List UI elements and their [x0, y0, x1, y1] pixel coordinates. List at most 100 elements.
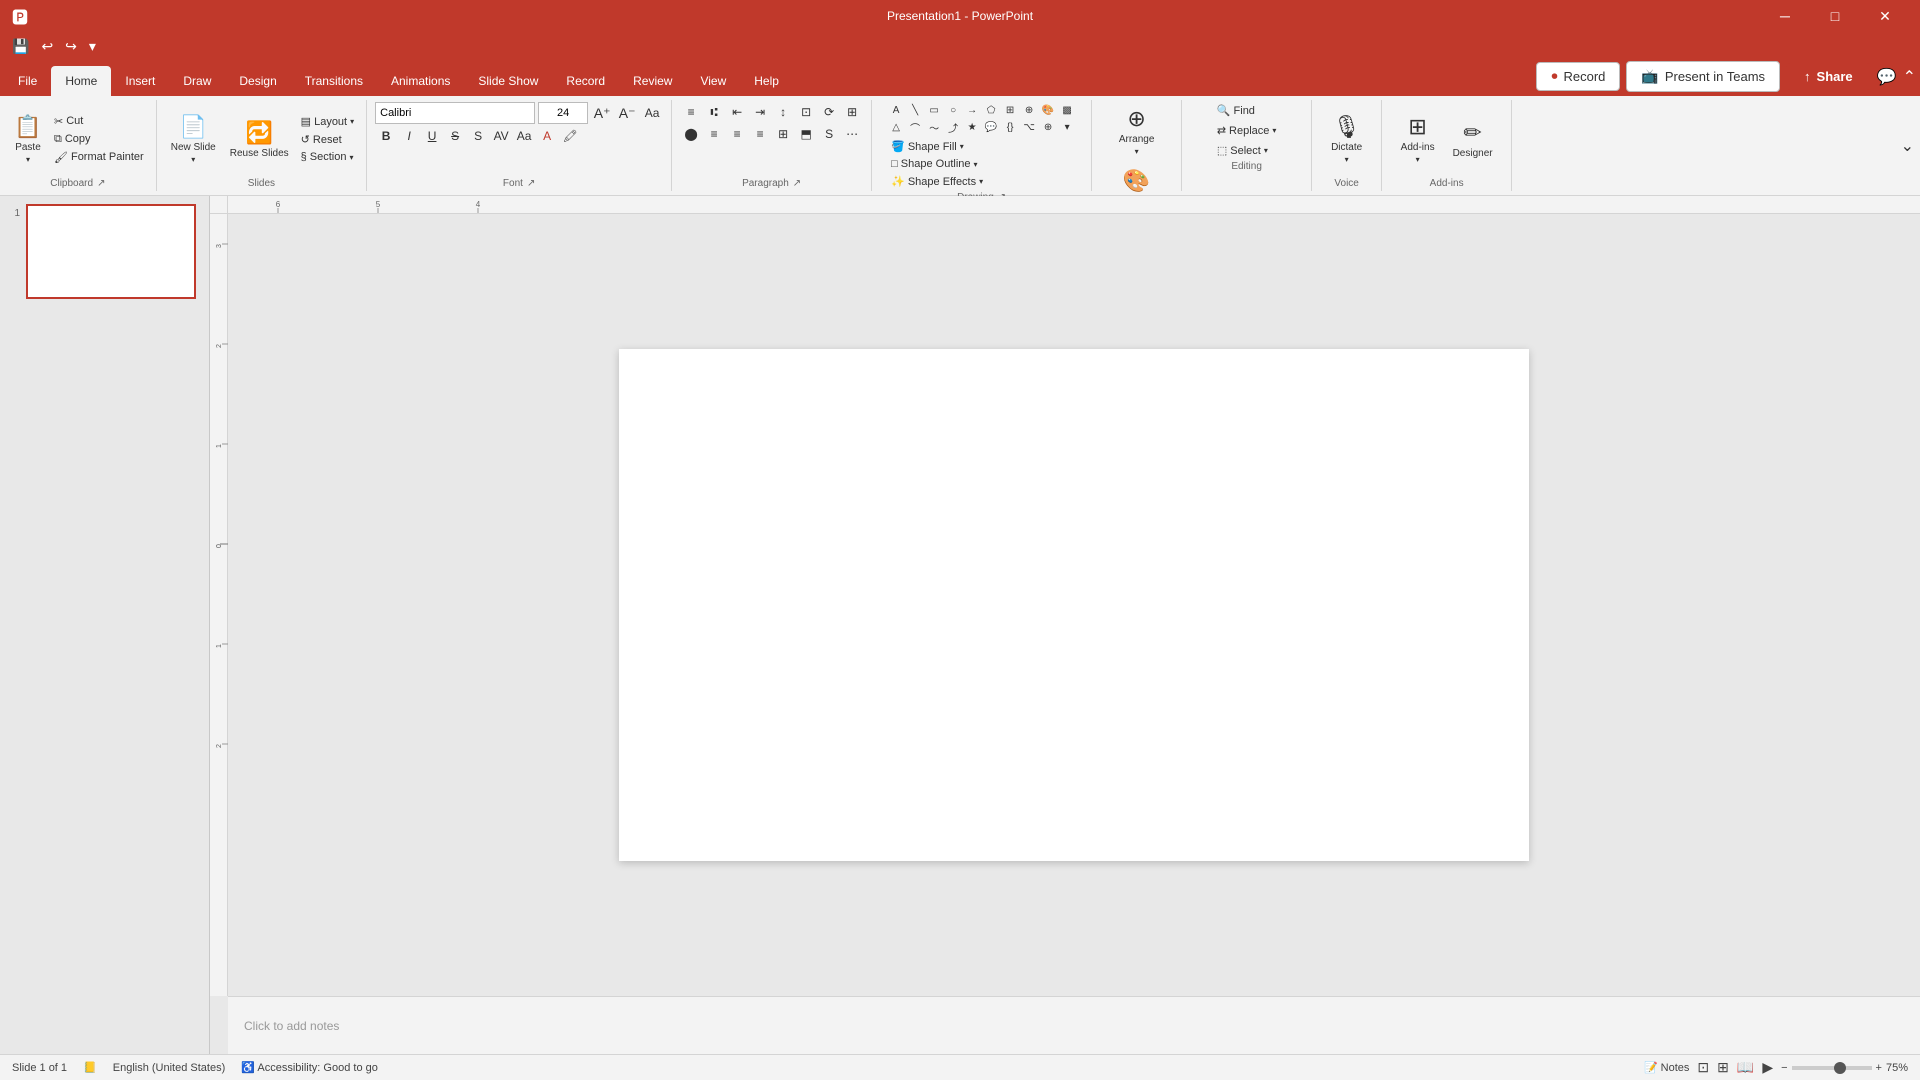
shape-connector-btn[interactable]: ⤴	[944, 119, 962, 135]
minimize-button[interactable]: ─	[1762, 0, 1808, 32]
tab-insert[interactable]: Insert	[111, 66, 169, 96]
slideshow-button[interactable]: ▶	[1762, 1059, 1773, 1076]
change-case-button[interactable]: Aa	[513, 126, 535, 146]
tab-animations[interactable]: Animations	[377, 66, 464, 96]
numbering-button[interactable]: ⑆	[703, 102, 725, 122]
font-expand-icon[interactable]: ↗	[527, 178, 535, 189]
shape-arc-btn[interactable]: ⌒	[906, 119, 924, 135]
justify-button[interactable]: ≡	[749, 124, 771, 144]
slide-notes-toggle-icon[interactable]: 📒	[83, 1061, 97, 1074]
shape-circle-btn[interactable]: ○	[944, 102, 962, 118]
close-button[interactable]: ✕	[1862, 0, 1908, 32]
maximize-button[interactable]: □	[1812, 0, 1858, 32]
shadow-text-button[interactable]: S	[818, 124, 840, 144]
strikethrough-button[interactable]: S	[444, 126, 466, 146]
section-button[interactable]: § Section ▾	[297, 149, 358, 165]
zoom-slider[interactable]	[1792, 1066, 1872, 1070]
decrease-font-button[interactable]: A⁻	[616, 103, 638, 123]
reading-view-button[interactable]: 📖	[1737, 1059, 1754, 1076]
tab-transitions[interactable]: Transitions	[291, 66, 377, 96]
paragraph-expand-icon[interactable]: ↗	[793, 178, 801, 189]
dictate-button[interactable]: 🎙 Dictate ▾	[1325, 110, 1368, 168]
replace-button[interactable]: ⇄ Replace ▾	[1213, 122, 1281, 139]
shape-eq-btn[interactable]: {}	[1001, 119, 1019, 135]
shadow-button[interactable]: S	[467, 126, 489, 146]
tab-view[interactable]: View	[686, 66, 740, 96]
shape-rect-btn[interactable]: ▭	[925, 102, 943, 118]
highlight-button[interactable]: 🖍	[559, 126, 581, 146]
comments-icon[interactable]: 💬	[1877, 67, 1897, 87]
shape-star-btn[interactable]: ★	[963, 119, 981, 135]
clear-format-button[interactable]: Aa	[641, 103, 663, 123]
increase-font-button[interactable]: A⁺	[591, 103, 613, 123]
italic-button[interactable]: I	[398, 126, 420, 146]
align-center-button[interactable]: ≡	[703, 124, 725, 144]
shape-callout-btn[interactable]: 💬	[982, 119, 1000, 135]
slide-sorter-button[interactable]: ⊞	[1717, 1059, 1729, 1076]
tab-draw[interactable]: Draw	[169, 66, 225, 96]
tab-file[interactable]: File	[4, 66, 51, 96]
notes-button[interactable]: 📝 Notes	[1644, 1061, 1689, 1074]
designer-button[interactable]: ✏ Designer	[1447, 116, 1499, 163]
tab-record[interactable]: Record	[552, 66, 619, 96]
shape-extra-btn[interactable]: ⊕	[1039, 119, 1057, 135]
addins-button[interactable]: ⊞ Add-ins ▾	[1395, 110, 1441, 168]
underline-button[interactable]: U	[421, 126, 443, 146]
shape-brace-btn[interactable]: ⌥	[1020, 119, 1038, 135]
column-button[interactable]: ⊡	[795, 102, 817, 122]
ribbon-expand-btn[interactable]: ⌄	[1901, 100, 1920, 191]
quick-styles-btn[interactable]: 🎨	[1039, 102, 1057, 118]
text-direction-button[interactable]: ⟳	[818, 102, 840, 122]
normal-view-button[interactable]: ⊡	[1697, 1059, 1709, 1076]
reuse-slides-button[interactable]: 🔁 Reuse Slides	[224, 116, 295, 163]
arrange-btn[interactable]: ⊕	[1020, 102, 1038, 118]
increase-indent-button[interactable]: ⇥	[749, 102, 771, 122]
copy-button[interactable]: ⧉ Copy	[50, 131, 148, 148]
clipboard-expand-icon[interactable]: ↗	[97, 178, 105, 189]
shape-pentagon-btn[interactable]: ⬠	[982, 102, 1000, 118]
shape-text-btn[interactable]: A	[887, 102, 905, 118]
shape-effects-button[interactable]: ✨ Shape Effects ▾	[887, 173, 1076, 190]
slide-1-thumbnail[interactable]	[26, 204, 196, 299]
vertical-align-button[interactable]: ⊞	[772, 124, 794, 144]
shape-curve-btn[interactable]: 〜	[925, 119, 943, 135]
paste-button[interactable]: 📋 Paste ▾	[8, 110, 48, 168]
decrease-indent-button[interactable]: ⇤	[726, 102, 748, 122]
notes-area[interactable]: Click to add notes	[228, 996, 1920, 1054]
share-button[interactable]: ↑ Share	[1786, 63, 1871, 90]
tab-design[interactable]: Design	[225, 66, 290, 96]
present-teams-button[interactable]: 📺 Present in Teams	[1626, 61, 1780, 92]
cut-button[interactable]: ✂ Cut	[50, 113, 148, 130]
reset-button[interactable]: ↺ Reset	[297, 131, 358, 148]
shape-fill-button[interactable]: 🪣 Shape Fill ▾	[887, 138, 1076, 155]
font-color-button[interactable]: A	[536, 126, 558, 146]
font-name-input[interactable]	[375, 102, 535, 124]
zoom-in-button[interactable]: +	[1876, 1062, 1882, 1074]
smart-art-button[interactable]: ⊞	[841, 102, 863, 122]
find-button[interactable]: 🔍 Find	[1213, 102, 1281, 119]
shape-line-btn[interactable]: ╲	[906, 102, 924, 118]
shape-more-btn[interactable]: ⊞	[1001, 102, 1019, 118]
font-size-input[interactable]	[538, 102, 588, 124]
shape-more2-btn[interactable]: ▾	[1058, 119, 1076, 135]
record-button[interactable]: ⏺ Record	[1536, 62, 1620, 91]
tab-review[interactable]: Review	[619, 66, 686, 96]
align-right-button[interactable]: ≡	[726, 124, 748, 144]
redo-qat-button[interactable]: ↪	[61, 36, 81, 57]
shape-fill-row-btn[interactable]: ▩	[1058, 102, 1076, 118]
slide-canvas-area[interactable]	[228, 214, 1920, 996]
format-painter-button[interactable]: 🖌 Format Painter	[50, 149, 148, 166]
save-qat-button[interactable]: 💾	[8, 36, 33, 57]
line-spacing-button[interactable]: ↕	[772, 102, 794, 122]
more-paragraph-button[interactable]: ⋯	[841, 124, 863, 144]
tab-home[interactable]: Home	[51, 66, 111, 96]
bold-button[interactable]: B	[375, 126, 397, 146]
shape-outline-button[interactable]: □ Shape Outline ▾	[887, 156, 1076, 172]
layout-button[interactable]: ▤ Layout ▾	[297, 113, 358, 130]
customize-qat-button[interactable]: ▾	[85, 36, 100, 57]
slide-canvas[interactable]	[619, 349, 1529, 861]
char-spacing-button[interactable]: AV	[490, 126, 512, 146]
tab-slideshow[interactable]: Slide Show	[464, 66, 552, 96]
select-button[interactable]: ⬚ Select ▾	[1213, 142, 1281, 159]
ribbon-collapse-icon[interactable]: ⌃	[1903, 67, 1916, 87]
